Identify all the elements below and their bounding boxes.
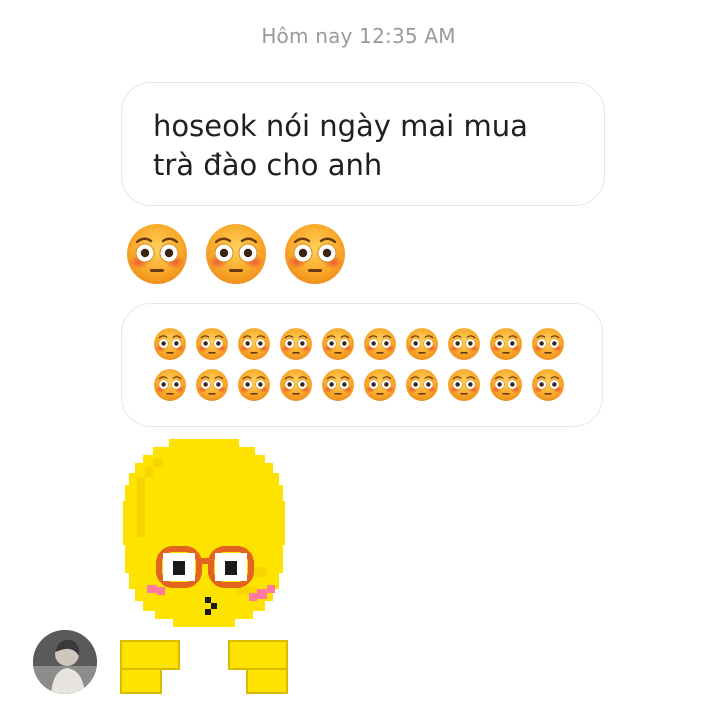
message-bubble-text[interactable]: hoseok nói ngày mai mua trà đào cho anh [121, 82, 605, 206]
flushed-face-icon [363, 368, 397, 402]
flushed-face-icon [279, 368, 313, 402]
flushed-face-icon [405, 368, 439, 402]
message-timestamp: Hôm nay 12:35 AM [261, 24, 456, 48]
flushed-face-icon [531, 368, 565, 402]
flushed-face-icon [321, 327, 355, 361]
flushed-face-icon [204, 222, 268, 286]
message-text: hoseok nói ngày mai mua trà đào cho anh [153, 109, 528, 182]
flushed-face-icon [363, 327, 397, 361]
flushed-face-icon [237, 368, 271, 402]
flushed-face-icon [283, 222, 347, 286]
flushed-face-icon [447, 327, 481, 361]
user-avatar[interactable] [33, 630, 97, 694]
flushed-face-icon [195, 327, 229, 361]
flushed-face-icon [237, 327, 271, 361]
emoji-grid [153, 327, 602, 409]
flushed-face-icon [489, 368, 523, 402]
flushed-face-icon [489, 327, 523, 361]
flushed-face-icon [195, 368, 229, 402]
flushed-face-icon [531, 327, 565, 361]
flushed-face-icon [405, 327, 439, 361]
pixel-shy-emoji-sticker[interactable] [117, 437, 297, 701]
flushed-face-icon [153, 368, 187, 402]
message-bubble-emoji[interactable] [121, 303, 603, 427]
flushed-face-icon [321, 368, 355, 402]
message-emoji-large[interactable] [125, 222, 347, 286]
flushed-face-icon [279, 327, 313, 361]
flushed-face-icon [125, 222, 189, 286]
flushed-face-icon [447, 368, 481, 402]
flushed-face-icon [153, 327, 187, 361]
